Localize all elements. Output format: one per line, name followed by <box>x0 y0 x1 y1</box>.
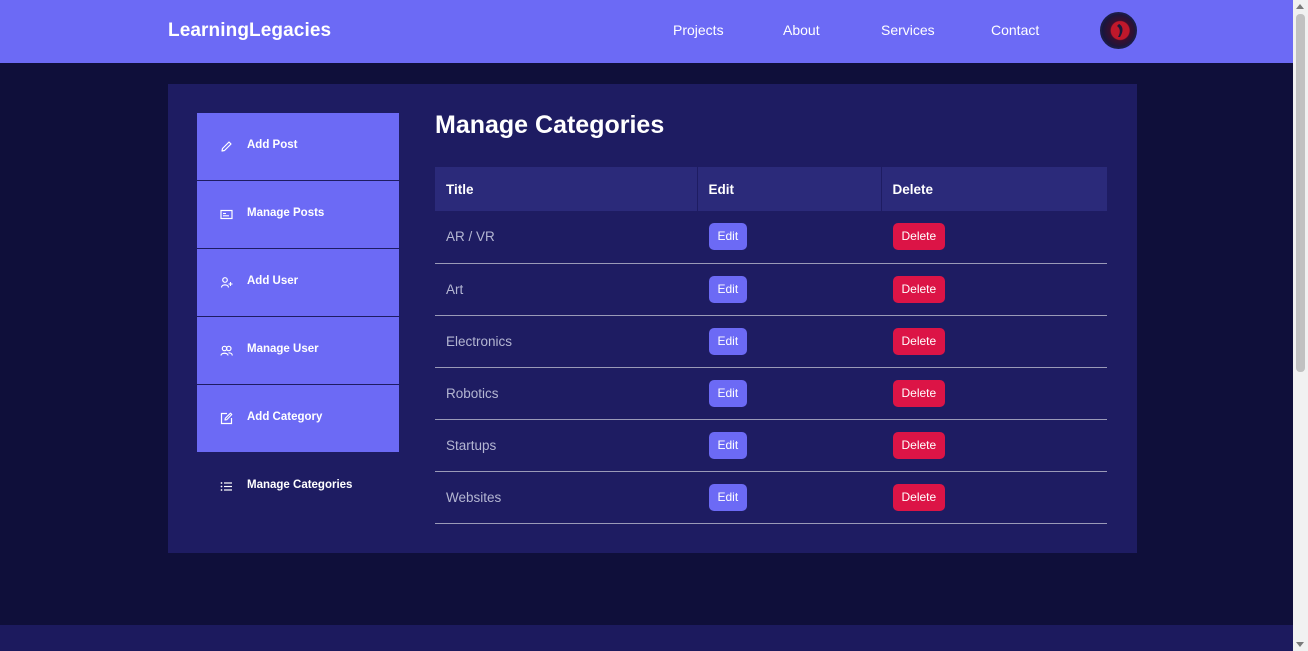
avatar-figure-icon <box>1117 24 1123 37</box>
table-row: Websites Edit Delete <box>435 471 1107 524</box>
nav-link-services[interactable]: Services <box>881 22 935 38</box>
delete-button[interactable]: Delete <box>892 327 946 355</box>
page-title: Manage Categories <box>435 111 665 139</box>
table-header-row: Title Edit Delete <box>435 167 1107 211</box>
brand-logo-text[interactable]: LearningLegacies <box>168 20 331 42</box>
sidebar-item-label: Manage Posts <box>247 207 325 219</box>
sidebar-item-manage-user[interactable]: Manage User <box>197 317 399 385</box>
category-title: Websites <box>435 471 697 524</box>
list-icon <box>220 482 232 491</box>
table-row: AR / VR Edit Delete <box>435 211 1107 264</box>
column-header-delete: Delete <box>880 167 1107 211</box>
edit-square-icon <box>220 412 233 425</box>
sidebar-item-add-user[interactable]: Add User <box>197 249 399 317</box>
categories-table: Title Edit Delete AR / VR Edit Delete Ar… <box>435 167 1107 524</box>
top-navbar: LearningLegacies Projects About Services… <box>0 0 1293 63</box>
edit-button[interactable]: Edit <box>708 275 748 303</box>
nav-link-about[interactable]: About <box>783 22 820 38</box>
pencil-icon <box>221 141 232 152</box>
sidebar-item-add-post[interactable]: Add Post <box>197 113 399 181</box>
sidebar-item-label: Add Post <box>247 139 298 151</box>
table-row: Robotics Edit Delete <box>435 367 1107 420</box>
edit-button[interactable]: Edit <box>708 379 748 407</box>
sidebar-item-label: Manage Categories <box>247 479 353 491</box>
card-icon <box>220 209 233 220</box>
footer <box>0 625 1293 651</box>
sidebar-item-manage-posts[interactable]: Manage Posts <box>197 181 399 249</box>
table-row: Startups Edit Delete <box>435 419 1107 472</box>
sidebar-item-add-category[interactable]: Add Category <box>197 385 399 453</box>
avatar[interactable] <box>1100 12 1137 49</box>
nav-link-contact[interactable]: Contact <box>991 22 1039 38</box>
category-title: Art <box>435 263 697 316</box>
column-header-title: Title <box>435 167 697 211</box>
nav-link-projects[interactable]: Projects <box>673 22 724 38</box>
delete-button[interactable]: Delete <box>892 379 946 407</box>
table-row: Electronics Edit Delete <box>435 315 1107 368</box>
delete-button[interactable]: Delete <box>892 275 946 303</box>
delete-button[interactable]: Delete <box>892 431 946 459</box>
delete-button[interactable]: Delete <box>892 223 946 251</box>
sidebar-item-label: Add Category <box>247 411 323 423</box>
column-header-edit: Edit <box>696 167 881 211</box>
edit-button[interactable]: Edit <box>708 327 748 355</box>
sidebar-item-manage-categories[interactable]: Manage Categories <box>197 453 399 521</box>
delete-button[interactable]: Delete <box>892 483 946 511</box>
category-title: Electronics <box>435 315 697 368</box>
user-add-icon <box>220 277 233 288</box>
scroll-up-arrow-icon[interactable] <box>1296 4 1304 9</box>
sidebar-item-label: Add User <box>247 275 299 287</box>
edit-button[interactable]: Edit <box>708 223 748 251</box>
category-title: Startups <box>435 419 697 472</box>
edit-button[interactable]: Edit <box>708 483 748 511</box>
page-scrollbar[interactable] <box>1293 0 1308 651</box>
table-row: Art Edit Delete <box>435 263 1107 316</box>
scroll-down-arrow-icon[interactable] <box>1296 642 1304 647</box>
category-title: Robotics <box>435 367 697 420</box>
sidebar-item-label: Manage User <box>247 343 319 355</box>
edit-button[interactable]: Edit <box>708 431 748 459</box>
admin-panel: Add Post Manage Posts Add User Manage Us… <box>168 84 1137 553</box>
category-title: AR / VR <box>435 211 697 264</box>
users-icon <box>220 345 233 356</box>
sidebar: Add Post Manage Posts Add User Manage Us… <box>197 113 399 521</box>
scrollbar-thumb[interactable] <box>1296 14 1305 372</box>
